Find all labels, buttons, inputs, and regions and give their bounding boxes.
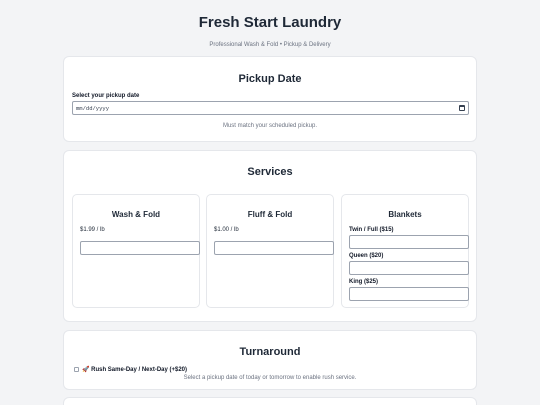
pickup-section-title: Pickup Date	[238, 73, 302, 85]
fluff-fold-weight-input[interactable]	[214, 241, 334, 255]
calendar-icon[interactable]	[459, 105, 465, 111]
pickup-help-text: Must match your scheduled pickup.	[222, 123, 318, 129]
rush-help-text: Select a pickup date of today or tomorro…	[183, 375, 357, 381]
queen-label: Queen ($20)	[349, 253, 384, 259]
king-label: King ($25)	[349, 279, 379, 285]
pickup-date-placeholder: mm/dd/yyyy	[76, 105, 110, 112]
page-subtitle: Professional Wash & Fold • Pickup & Deli…	[209, 42, 331, 48]
services-section-title: Services	[247, 166, 293, 178]
wash-fold-card: Wash & Fold $1.99 / lb	[72, 194, 200, 308]
blankets-title: Blankets	[388, 210, 422, 219]
fluff-fold-price: $1.00 / lb	[214, 227, 239, 233]
wash-fold-weight-input[interactable]	[80, 241, 200, 255]
twin-full-label: Twin / Full ($15)	[349, 227, 394, 233]
turnaround-section-title: Turnaround	[239, 346, 301, 358]
rush-label[interactable]: 🚀 Rush Same-Day / Next-Day (+$20)	[82, 366, 187, 373]
blankets-card: Blankets Twin / Full ($15) Queen ($20) K…	[341, 194, 469, 308]
pickup-card: Pickup Date Select your pickup date mm/d…	[63, 56, 477, 142]
rush-option[interactable]: 🚀 Rush Same-Day / Next-Day (+$20)	[74, 366, 187, 373]
twin-full-quantity-input[interactable]	[349, 235, 469, 249]
queen-quantity-input[interactable]	[349, 261, 469, 275]
wash-fold-title: Wash & Fold	[111, 210, 161, 219]
services-card: Services Wash & Fold $1.99 / lb Fluff & …	[63, 150, 477, 322]
king-quantity-input[interactable]	[349, 287, 469, 301]
page-title: Fresh Start Laundry	[198, 14, 342, 31]
turnaround-card: Turnaround 🚀 Rush Same-Day / Next-Day (+…	[63, 330, 477, 390]
wash-fold-price: $1.99 / lb	[80, 227, 105, 233]
next-section-card	[63, 397, 477, 405]
rush-checkbox[interactable]	[74, 367, 79, 372]
pickup-date-label: Select your pickup date	[72, 93, 140, 99]
pickup-date-input[interactable]: mm/dd/yyyy	[72, 101, 469, 115]
fluff-fold-title: Fluff & Fold	[247, 210, 293, 219]
fluff-fold-card: Fluff & Fold $1.00 / lb	[206, 194, 334, 308]
